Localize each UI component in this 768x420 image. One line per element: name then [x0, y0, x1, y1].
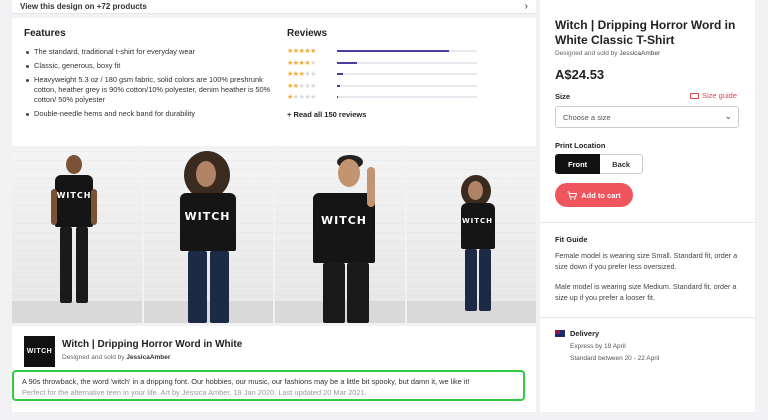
delivery-heading: Delivery: [570, 329, 600, 338]
product-price: A$24.53: [555, 67, 605, 82]
design-summary: WITCH Witch | Dripping Horror Word in Wh…: [12, 326, 536, 412]
features-reviews-panel: Features The standard, traditional t-shi…: [12, 18, 536, 146]
read-all-reviews-link[interactable]: + Read all 150 reviews: [287, 110, 366, 119]
print-back-button[interactable]: Back: [600, 154, 644, 174]
shirt-print: WITCH: [461, 216, 494, 225]
star-rating-icon: ★★★★★: [287, 59, 316, 67]
feature-item: The standard, traditional t-shirt for ev…: [24, 47, 274, 57]
review-bar-track: [337, 50, 477, 53]
shirt-print: WITCH: [320, 214, 367, 227]
fit-guide-heading: Fit Guide: [555, 235, 588, 244]
model-photo-male-full[interactable]: WITCH: [12, 149, 142, 323]
chevron-down-icon: ⌄: [724, 111, 732, 121]
designed-by-prefix: Designed and sold by: [62, 354, 125, 361]
review-bar-fill: [337, 61, 357, 64]
cart-icon: [567, 191, 578, 200]
reviews-section: Reviews ★★★★★ ★★★★★ ★★★★★ ★★★★★ ★★★★★ + Read…: [287, 28, 522, 122]
review-row[interactable]: ★★★★★: [287, 46, 522, 57]
size-select[interactable]: Choose a size ⌄: [555, 106, 739, 128]
artist-link[interactable]: JessicaAmber: [126, 354, 170, 361]
review-row[interactable]: ★★★★★: [287, 92, 522, 103]
features-heading: Features: [24, 28, 66, 39]
australia-flag-icon: [555, 330, 565, 337]
description-text: A 90s throwback, the word 'witch' in a d…: [22, 377, 470, 386]
star-rating-icon: ★★★★★: [287, 71, 316, 79]
fit-guide-female: Female model is wearing size Small. Stan…: [555, 251, 738, 271]
shirt-print: WITCH: [56, 190, 92, 200]
model-photo-female-front[interactable]: WITCH: [143, 149, 273, 323]
star-rating-icon: ★★★★★: [287, 48, 316, 56]
model-photo-male-side[interactable]: WITCH: [275, 149, 405, 323]
star-rating-icon: ★★★★★: [287, 82, 316, 90]
design-thumbnail[interactable]: WITCH: [24, 336, 55, 367]
review-bar-track: [337, 96, 477, 99]
design-title: Witch | Dripping Horror Word in White: [62, 339, 243, 350]
review-bar-track: [337, 61, 477, 64]
model-photo-gallery: WITCH WITCH WITCH WITCH: [12, 149, 536, 323]
review-bar-fill: [337, 84, 340, 87]
size-guide-text: Size guide: [702, 91, 738, 100]
review-bar-track: [337, 84, 477, 87]
feature-item: Double-needle hems and neck band for dur…: [24, 109, 274, 119]
delivery-express: Express by 19 April: [570, 343, 626, 350]
size-select-value: Choose a size: [563, 113, 611, 122]
product-title: Witch | Dripping Horror Word in White Cl…: [555, 18, 736, 47]
add-to-cart-button[interactable]: Add to cart: [555, 183, 633, 207]
print-location-label: Print Location: [555, 141, 606, 150]
review-bar-fill: [337, 50, 449, 53]
size-guide-link[interactable]: Size guide: [690, 91, 737, 100]
reviews-heading: Reviews: [287, 28, 328, 39]
model-photo-female-full[interactable]: WITCH: [406, 149, 536, 323]
features-section: Features The standard, traditional t-shi…: [24, 28, 274, 123]
divider: [540, 317, 755, 318]
chevron-right-icon: ›: [524, 1, 528, 12]
description-meta: Perfect for the alternative teen in your…: [22, 388, 367, 397]
features-list: The standard, traditional t-shirt for ev…: [24, 47, 274, 119]
fit-guide-male: Male model is wearing size Medium. Stand…: [555, 282, 737, 302]
delivery-standard: Standard between 20 - 22 April: [570, 355, 660, 362]
purchase-panel: Witch | Dripping Horror Word in White Cl…: [540, 0, 755, 412]
other-products-link[interactable]: View this design on +72 products ›: [12, 0, 536, 14]
other-products-text: View this design on +72 products: [20, 2, 147, 11]
print-front-button[interactable]: Front: [555, 154, 601, 174]
print-location-toggle: Front Back: [555, 154, 644, 174]
star-rating-icon: ★★★★★: [287, 94, 316, 102]
review-bar-fill: [337, 96, 339, 99]
feature-item: Heavyweight 5.3 oz / 180 gsm fabric, sol…: [24, 75, 274, 105]
review-row[interactable]: ★★★★★: [287, 58, 522, 69]
review-distribution: ★★★★★ ★★★★★ ★★★★★ ★★★★★ ★★★★★: [287, 46, 522, 103]
product-artist-line: Designed and sold by JessicaAmber: [555, 50, 660, 57]
review-bar-track: [337, 73, 477, 76]
design-artist-line: Designed and sold by JessicaAmber: [62, 354, 170, 361]
review-bar-fill: [337, 73, 343, 76]
shirt-print: WITCH: [184, 210, 231, 224]
feature-item: Classic, generous, boxy fit: [24, 61, 274, 71]
artist-link[interactable]: JessicaAmber: [619, 50, 660, 57]
designed-by-prefix: Designed and sold by: [555, 50, 618, 57]
review-row[interactable]: ★★★★★: [287, 81, 522, 92]
add-to-cart-label: Add to cart: [581, 190, 621, 200]
size-label: Size: [555, 92, 571, 101]
ruler-icon: [690, 92, 699, 99]
design-description: A 90s throwback, the word 'witch' in a d…: [12, 370, 525, 401]
review-row[interactable]: ★★★★★: [287, 69, 522, 80]
divider: [540, 222, 755, 223]
